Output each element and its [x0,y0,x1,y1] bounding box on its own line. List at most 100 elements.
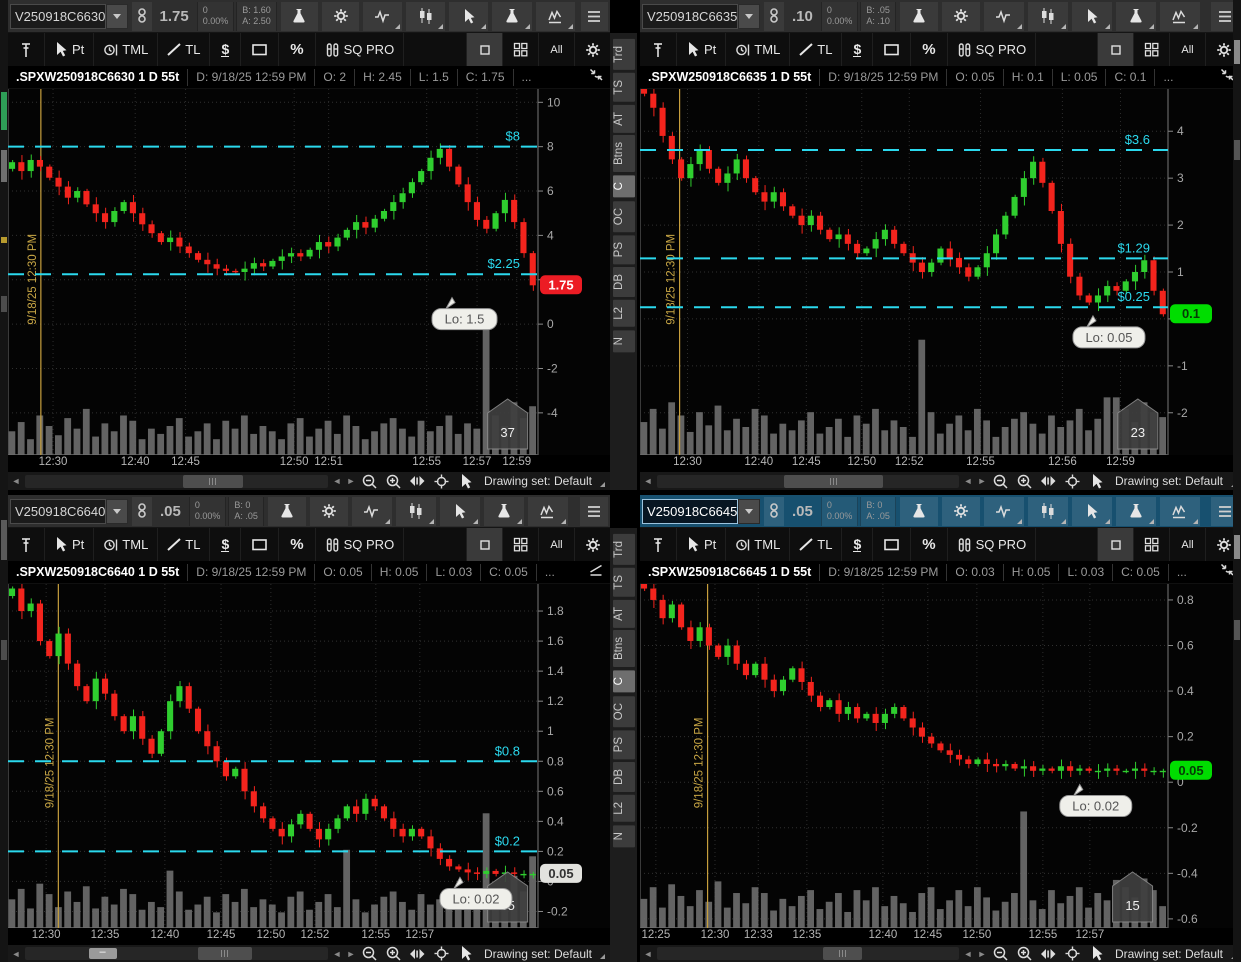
tests-flask-icon[interactable] [1116,497,1156,526]
step-left-icon[interactable]: ◄ [963,949,973,959]
scrollbar-thumb[interactable] [183,475,244,488]
arrow-cursor-icon[interactable] [1087,472,1107,490]
ohlc-more[interactable]: ... [1168,564,1195,581]
sq-pro-button[interactable]: SQ PRO [316,33,405,66]
restore-chart-icon[interactable] [589,67,604,87]
sidebar-tab-c[interactable]: C [613,175,635,197]
sidebar-tab-oc[interactable]: OC [613,696,635,727]
single-chart-layout-button[interactable] [466,528,502,561]
arrow-cursor-icon[interactable] [456,945,476,962]
pin-icon[interactable] [640,528,677,561]
ohlc-more[interactable]: ... [1154,69,1181,86]
pin-icon[interactable] [8,528,45,561]
drawing-set-label[interactable]: Drawing set: Default [480,947,596,961]
sidebar-tab-l2[interactable]: L2 [613,795,635,822]
ohlc-more[interactable]: ... [536,564,563,581]
cursor-tool-icon[interactable] [440,497,480,526]
crosshair-icon[interactable] [1063,945,1083,962]
sidebar-tab-ts[interactable]: TS [613,568,635,597]
hamburger-menu-icon[interactable] [580,497,608,526]
symbol-input[interactable]: V250918C6635 [642,4,738,29]
drawing-set-expander[interactable] [600,954,605,959]
scrollbar-thumb[interactable] [823,947,862,960]
sidebar-tab-trd[interactable]: Trd [613,39,635,70]
settings-gear-button[interactable] [942,2,980,31]
sidebar-tab-l2[interactable]: L2 [613,300,635,327]
chart-style-icon[interactable] [1028,497,1068,526]
zoom-in-icon[interactable] [384,472,404,490]
trendline-tool-button[interactable]: TL [158,528,210,561]
step-right-icon[interactable]: ► [977,476,987,486]
crosshair-icon[interactable] [432,472,452,490]
sidebar-tab-n[interactable]: N [613,330,635,352]
rectangle-tool-button[interactable] [241,528,279,561]
scrollbar-thumb[interactable] [198,947,253,960]
step-right-icon[interactable]: ► [977,949,987,959]
sidebar-tab-btns[interactable]: Btns [613,135,635,172]
studies-icon[interactable] [984,2,1024,31]
timeline-tool-button[interactable]: TML [94,528,158,561]
scrollbar-track[interactable] [657,947,959,960]
grid-layout-button[interactable] [1133,528,1169,561]
zoom-out-icon[interactable] [360,945,380,962]
scroll-left-icon[interactable]: ◄ [643,949,653,959]
pattern-tool-icon[interactable] [1160,497,1200,526]
sidebar-tab-ts[interactable]: TS [613,73,635,102]
ohlc-more[interactable]: ... [513,69,540,86]
sq-pro-button[interactable]: SQ PRO [316,528,405,561]
chart-style-icon[interactable] [396,497,436,526]
grid-layout-button[interactable] [502,528,538,561]
drawing-set-label[interactable]: Drawing set: Default [1111,474,1227,488]
pointer-tool-button[interactable]: Pt [677,528,726,561]
link-icon[interactable] [132,497,152,526]
scroll-left-icon[interactable]: ◄ [11,476,21,486]
chart-style-icon[interactable] [406,2,445,31]
trendline-tool-button[interactable]: TL [790,33,842,66]
analyze-flask-button[interactable] [281,2,318,31]
drawing-set-label[interactable]: Drawing set: Default [1111,947,1227,961]
timeline-tool-button[interactable]: TML [726,528,790,561]
zoom-out-icon[interactable] [991,472,1011,490]
restore-chart-icon[interactable] [589,562,604,582]
drawing-set-expander[interactable] [600,482,605,487]
symbol-input[interactable]: V250918C6640 [10,499,106,524]
grid-layout-button[interactable] [1133,33,1169,66]
percent-tool-button[interactable]: % [911,528,947,561]
pattern-tool-icon[interactable] [1160,2,1200,31]
sidebar-tab-oc[interactable]: OC [613,201,635,232]
scrollbar-track[interactable] [657,475,959,488]
scroll-left-icon[interactable]: ◄ [11,949,21,959]
sidebar-tab-at[interactable]: AT [613,600,635,628]
price-level-tool-button[interactable]: $ [210,33,241,66]
arrow-cursor-icon[interactable] [456,472,476,490]
analyze-flask-button[interactable] [268,497,306,526]
zoom-in-icon[interactable] [1015,945,1035,962]
tests-flask-icon[interactable] [492,2,531,31]
price-level-tool-button[interactable]: $ [842,33,873,66]
symbol-dropdown-button[interactable] [106,499,128,524]
studies-icon[interactable] [984,497,1024,526]
symbol-dropdown-button[interactable] [738,4,760,29]
price-level-tool-button[interactable]: $ [842,528,873,561]
sq-pro-button[interactable]: SQ PRO [948,33,1037,66]
crosshair-icon[interactable] [432,945,452,962]
studies-icon[interactable] [363,2,402,31]
all-charts-button[interactable]: All [538,33,574,66]
link-icon[interactable] [132,2,152,31]
single-chart-layout-button[interactable] [1097,33,1133,66]
sidebar-tab-c[interactable]: C [613,670,635,692]
symbol-input[interactable]: V250918C6645 [642,499,738,524]
timeline-tool-button[interactable]: TML [94,33,158,66]
pan-icon[interactable] [1039,472,1059,490]
chart-style-icon[interactable] [1028,2,1068,31]
sidebar-tab-trd[interactable]: Trd [613,534,635,565]
chart-area[interactable]: 1.81.61.41.210.80.60.40.20-0.29/18/25 12… [8,584,610,928]
link-icon[interactable] [764,497,784,526]
scrollbar-track[interactable] [25,475,328,488]
percent-tool-button[interactable]: % [279,33,315,66]
step-right-icon[interactable]: ► [346,476,356,486]
single-chart-layout-button[interactable] [466,33,502,66]
chart-area[interactable]: 0.80.60.40.20-0.2-0.4-0.69/18/25 12:30 P… [640,584,1241,928]
toolbar-gear-button[interactable] [574,33,610,66]
sq-pro-button[interactable]: SQ PRO [948,528,1037,561]
